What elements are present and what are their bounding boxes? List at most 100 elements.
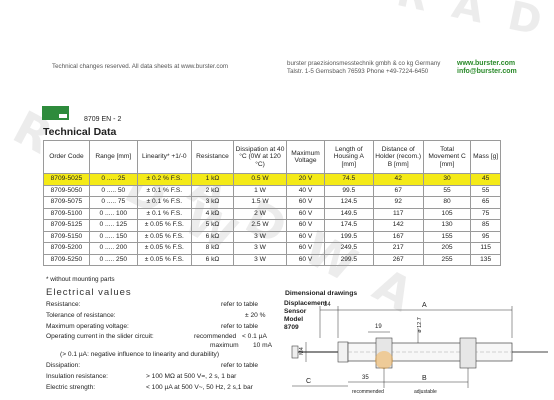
table-row: 8709-5100 0 ..... 100 ± 0.1 % F.S. 4 kΩ 2 W6…	[43, 207, 501, 220]
table-row: 8709-5125 0 ..... 125 ± 0.05 % F.S. 5 kΩ 2.5…	[43, 219, 501, 232]
table-cell: 74.5	[324, 173, 374, 186]
table-cell: 149.5	[324, 207, 374, 220]
dim-35: 35	[362, 375, 369, 381]
dim-a: A	[422, 302, 427, 309]
table-cell: 8 kΩ	[190, 242, 235, 255]
col-distance-holder: Distance of Holder (recom.) B [mm]	[372, 140, 424, 174]
company-line-2: Talstr. 1-5 Gernsbach 76593 Phone +49-72…	[287, 68, 429, 75]
table-cell: 55	[422, 184, 472, 197]
col-dissipation: Dissipation at 40 °C (0W at 120 °C)	[233, 140, 287, 174]
table-cell: 42	[372, 173, 424, 186]
table-cell: 3 W	[233, 230, 287, 243]
col-total-movement: Total Movement C [mm]	[422, 140, 472, 174]
table-cell: 174.5	[324, 219, 374, 232]
table-row: 8709-5050 0 ..... 50 ± 0.1 % F.S. 2 kΩ 1 W 40…	[43, 184, 501, 197]
table-cell: 0 ..... 50	[88, 184, 138, 197]
current-maximum-value: 10 mA	[253, 342, 273, 349]
table-cell: 99.5	[324, 184, 374, 197]
dimensional-drawings-title: Dimensional drawings	[285, 290, 358, 297]
table-cell: 3 W	[233, 242, 287, 255]
max-voltage-value: refer to table	[221, 323, 259, 330]
dim-19: 19	[375, 324, 382, 330]
table-row: 8709-5150 0 ..... 150 ± 0.05 % F.S. 6 kΩ 3 W…	[43, 230, 501, 243]
table-cell: 130	[422, 219, 472, 232]
table-cell: 60 V	[285, 253, 326, 266]
table-cell: 0 ..... 25	[88, 173, 138, 186]
col-order-code: Order Code	[43, 140, 90, 174]
table-cell: 75	[470, 207, 501, 220]
table-cell: 124.5	[324, 196, 374, 209]
section-title: Technical Data	[43, 126, 117, 138]
col-linearity: Linearity* +1/-0	[136, 140, 192, 174]
current-recommended-label: recommended	[194, 333, 237, 340]
table-cell: 249.5	[324, 242, 374, 255]
dim-24: 24	[324, 302, 331, 308]
current-recommended-value: < 0.1 µA	[242, 333, 267, 340]
table-cell: 0 ..... 100	[88, 207, 138, 220]
recommended-label: recommended	[352, 389, 384, 395]
table-cell: 3 W	[233, 253, 287, 266]
table-cell: 95	[470, 230, 501, 243]
table-cell: 6 kΩ	[190, 230, 235, 243]
table-cell: 40 V	[285, 184, 326, 197]
table-cell: 167	[372, 230, 424, 243]
document-reference: 8709 EN - 2	[84, 116, 122, 123]
table-cell: 0 ..... 200	[88, 242, 138, 255]
table-cell: 0 ..... 75	[88, 196, 138, 209]
electric-strength-label: Electric strength:	[46, 384, 96, 391]
table-cell: 0 ..... 250	[88, 253, 138, 266]
table-cell: 117	[372, 207, 424, 220]
table-row: 8709-5025 0 ..... 25 ± 0.2 % F.S. 1 kΩ 0.5 W…	[43, 173, 501, 186]
table-header-row: Order Code Range [mm] Linearity* +1/-0 R…	[43, 140, 501, 174]
table-cell: 135	[470, 253, 501, 266]
table-cell: 6 kΩ	[190, 253, 235, 266]
dimensional-drawing: Displacement Sensor Model 8709 24 A 19 ø…	[282, 298, 554, 400]
table-cell: 4 kΩ	[190, 207, 235, 220]
table-cell: 0.5 W	[233, 173, 287, 186]
table-cell: 8709-5200	[43, 242, 90, 255]
current-note: (> 0.1 µA: negative influence to lineari…	[60, 351, 220, 358]
table-cell: 8709-5125	[43, 219, 90, 232]
table-cell: 115	[470, 242, 501, 255]
table-cell: ± 0.1 % F.S.	[136, 196, 192, 209]
col-range: Range [mm]	[88, 140, 138, 174]
table-row: 8709-5075 0 ..... 75 ± 0.1 % F.S. 3 kΩ 1.5 W…	[43, 196, 501, 209]
table-cell: 142	[372, 219, 424, 232]
email-link[interactable]: info@burster.com	[457, 68, 517, 76]
table-cell: 1.5 W	[233, 196, 287, 209]
table-row: 8709-5250 0 ..... 250 ± 0.05 % F.S. 6 kΩ 3 W…	[43, 253, 501, 266]
dim-c: C	[306, 378, 312, 385]
table-footnote: * without mounting parts	[46, 276, 115, 283]
table-cell: ± 0.05 % F.S.	[136, 219, 192, 232]
table-cell: 3 kΩ	[190, 196, 235, 209]
table-cell: 60 V	[285, 207, 326, 220]
table-cell: ± 0.2 % F.S.	[136, 173, 192, 186]
table-cell: 8709-5050	[43, 184, 90, 197]
table-cell: 267	[372, 253, 424, 266]
table-cell: 199.5	[324, 230, 374, 243]
resistance-value: refer to table	[221, 301, 259, 308]
current-maximum-label: maximum	[210, 342, 239, 349]
technical-changes-note: Technical changes reserved. All data she…	[52, 63, 229, 70]
col-mass: Mass [g]	[470, 140, 501, 174]
tolerance-value: ± 20 %	[245, 312, 266, 319]
table-cell: 30	[422, 173, 472, 186]
table-cell: 2 W	[233, 207, 287, 220]
table-cell: 1 W	[233, 184, 287, 197]
brand-mark-icon	[42, 106, 69, 120]
tolerance-label: Tolerance of resistance:	[46, 312, 116, 319]
adjustable-label: adjustable	[414, 389, 437, 395]
table-cell: 299.5	[324, 253, 374, 266]
table-cell: ± 0.05 % F.S.	[136, 242, 192, 255]
table-cell: ± 0.1 % F.S.	[136, 207, 192, 220]
table-cell: 1 kΩ	[190, 173, 235, 186]
table-cell: 155	[422, 230, 472, 243]
col-resistance: Resistance	[190, 140, 235, 174]
electric-strength-value: < 100 µA at 500 V~, 50 Hz, 2 s,1 bar	[146, 384, 253, 391]
website-link[interactable]: www.burster.com	[457, 60, 517, 68]
watermark-top: R A D W	[393, 0, 554, 61]
table-cell: 205	[422, 242, 472, 255]
col-max-voltage: Maximum Voltage	[285, 140, 326, 174]
table-cell: 45	[470, 173, 501, 186]
table-cell: 60 V	[285, 219, 326, 232]
